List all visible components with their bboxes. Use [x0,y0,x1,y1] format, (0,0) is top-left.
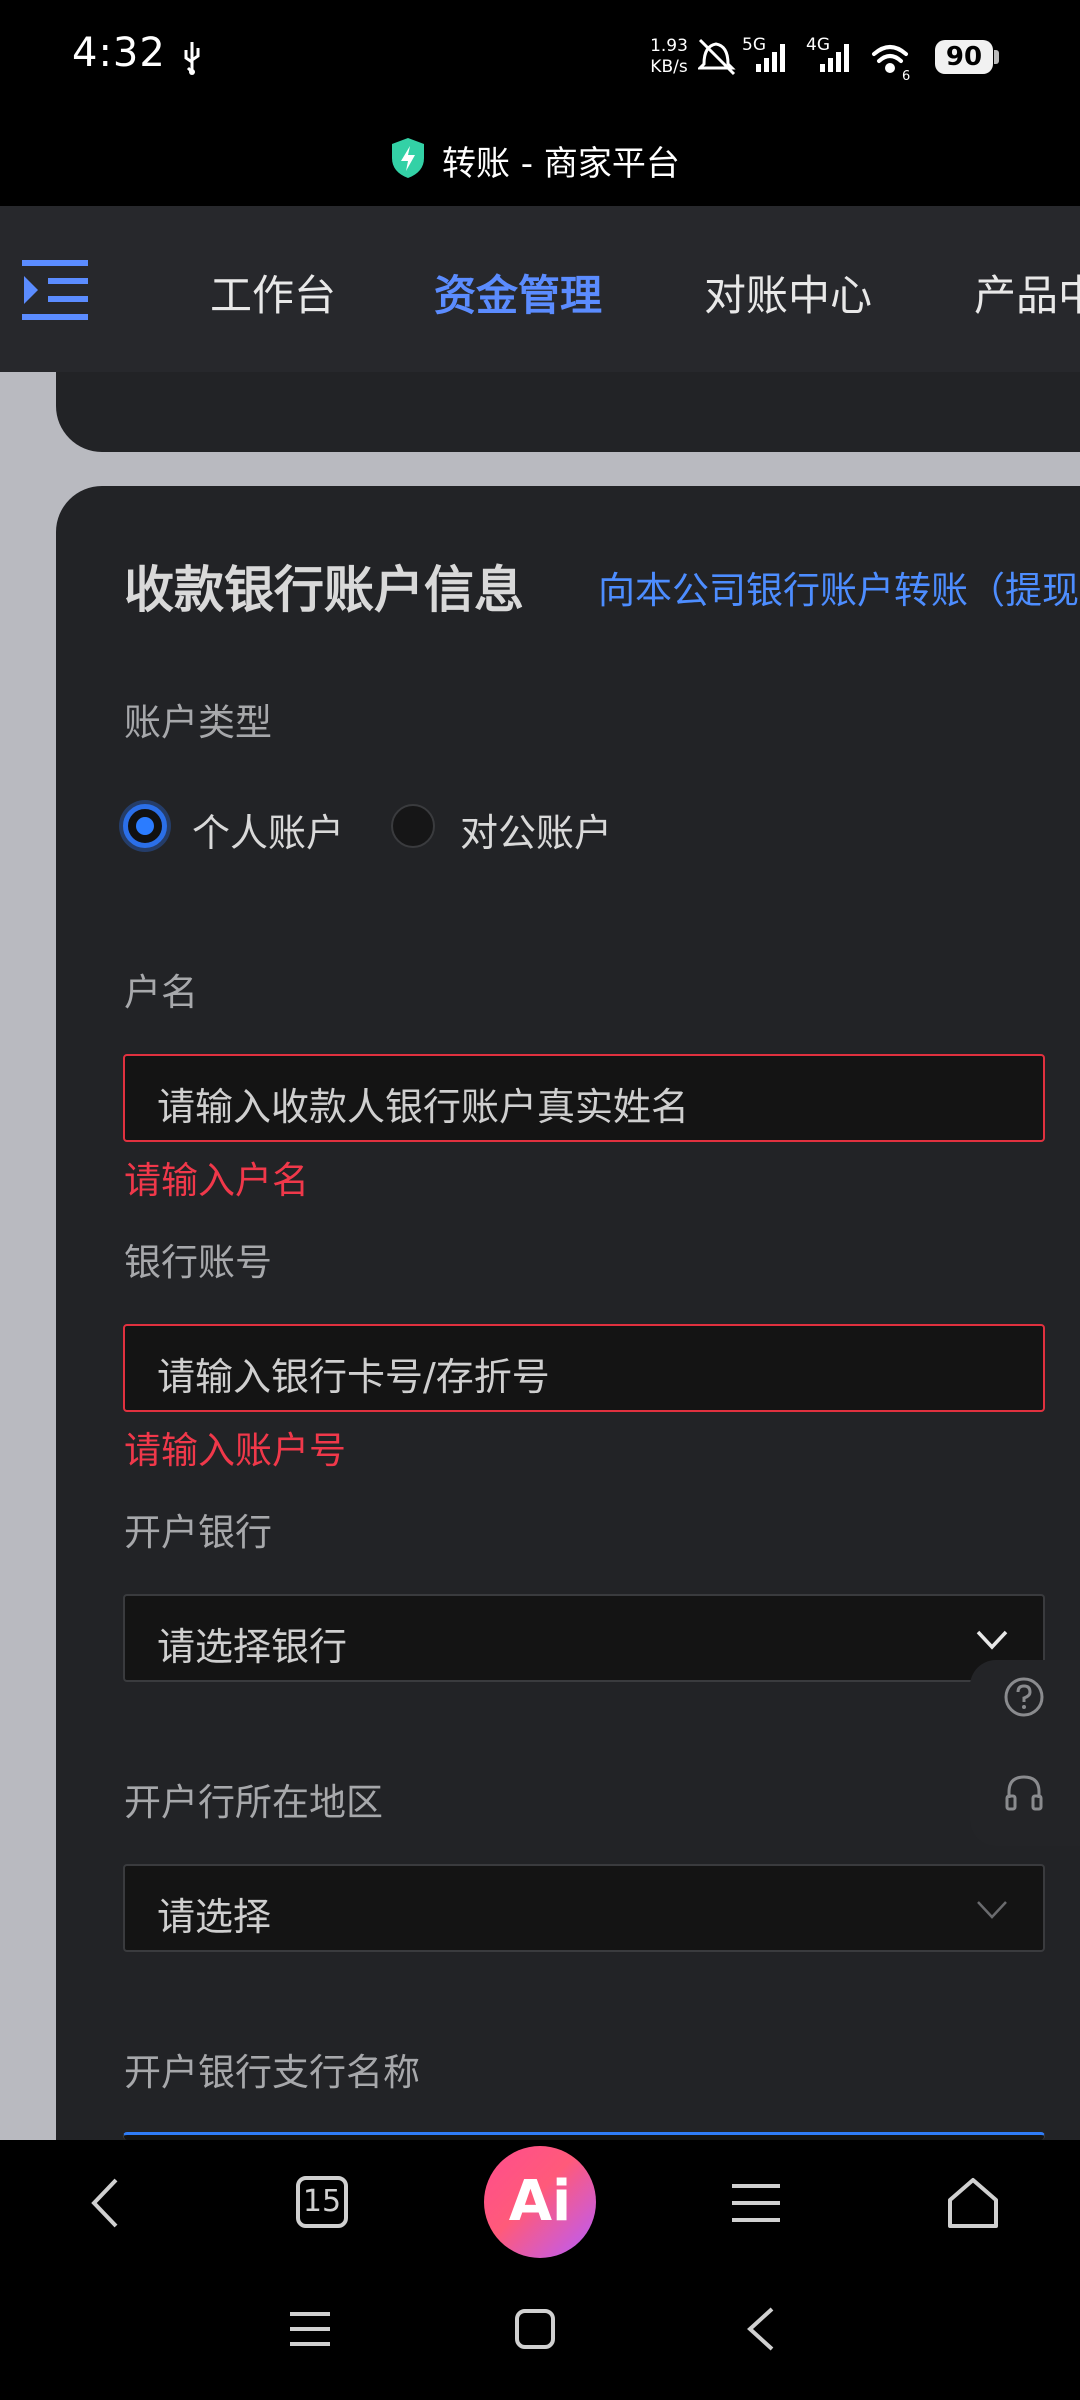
headset-icon[interactable] [1003,1772,1045,1814]
bank-select[interactable]: 请选择银行 [123,1594,1045,1682]
nav-item-funds[interactable]: 资金管理 [434,262,602,323]
branch-label: 开户银行支行名称 [124,2051,420,2094]
radio-personal-label[interactable]: 个人账户 [192,802,344,857]
account-name-input[interactable]: 请输入收款人银行账户真实姓名 [123,1054,1045,1142]
nav-item-products[interactable]: 产品中心 [974,262,1080,323]
radio-corporate-label[interactable]: 对公账户 [460,802,612,857]
menu-icon[interactable] [732,2180,780,2226]
status-icons: 5G 4G 6 [698,35,910,84]
nav-item-reconciliation[interactable]: 对账中心 [704,262,872,323]
battery-tip [994,50,999,64]
page-title: 转账 - 商家平台 [442,144,680,184]
back-icon[interactable] [86,2176,126,2230]
account-number-error: 请输入账户号 [124,1429,346,1472]
radio-personal-account[interactable] [123,804,167,848]
home-icon[interactable] [946,2176,1000,2230]
account-name-label: 户名 [124,971,198,1014]
account-name-placeholder: 请输入收款人银行账户真实姓名 [157,1085,690,1129]
net-speed: 1.93 KB/s [648,36,690,78]
radio-corporate-account[interactable] [391,804,435,848]
signal-5g-label: 5G [742,35,766,55]
chevron-down-icon [976,1630,1008,1650]
menu-indent-icon[interactable] [22,258,90,322]
region-select-value: 请选择 [157,1895,272,1939]
net-speed-unit: KB/s [650,57,688,77]
account-number-placeholder: 请输入银行卡号/存折号 [157,1355,550,1399]
status-time: 4:32 [72,30,166,76]
signal-4g-label: 4G [806,35,830,55]
region-label: 开户行所在地区 [124,1781,383,1824]
wifi-icon [872,45,908,73]
question-circle-icon[interactable] [1003,1676,1045,1718]
net-speed-value: 1.93 [650,36,688,56]
account-number-input[interactable]: 请输入银行卡号/存折号 [123,1324,1045,1412]
usb-icon [184,42,200,75]
bank-label: 开户银行 [124,1511,272,1554]
region-select[interactable]: 请选择 [123,1864,1045,1952]
account-name-error: 请输入户名 [124,1159,309,1202]
account-number-label: 银行账号 [124,1241,272,1284]
shield-icon [392,138,424,178]
recent-apps-icon[interactable] [288,2308,332,2350]
account-type-label: 账户类型 [124,701,272,744]
bank-select-value: 请选择银行 [157,1625,348,1669]
transfer-to-company-link[interactable]: 向本公司银行账户转账（提现 [598,560,1080,614]
wifi-sub-label: 6 [902,69,910,84]
battery-indicator: 90 [935,40,993,74]
mute-bell-icon [698,38,736,76]
section-title: 收款银行账户信息 [124,561,524,619]
system-home-icon[interactable] [514,2308,556,2350]
system-back-icon[interactable] [744,2306,778,2352]
nav-item-workbench[interactable]: 工作台 [210,262,336,323]
previous-card [56,372,1080,452]
ai-assistant-button[interactable]: Ai [484,2146,596,2258]
tabs-button[interactable]: 15 [296,2176,348,2228]
branch-input[interactable] [123,2132,1045,2140]
chevron-down-icon [977,1901,1007,1919]
